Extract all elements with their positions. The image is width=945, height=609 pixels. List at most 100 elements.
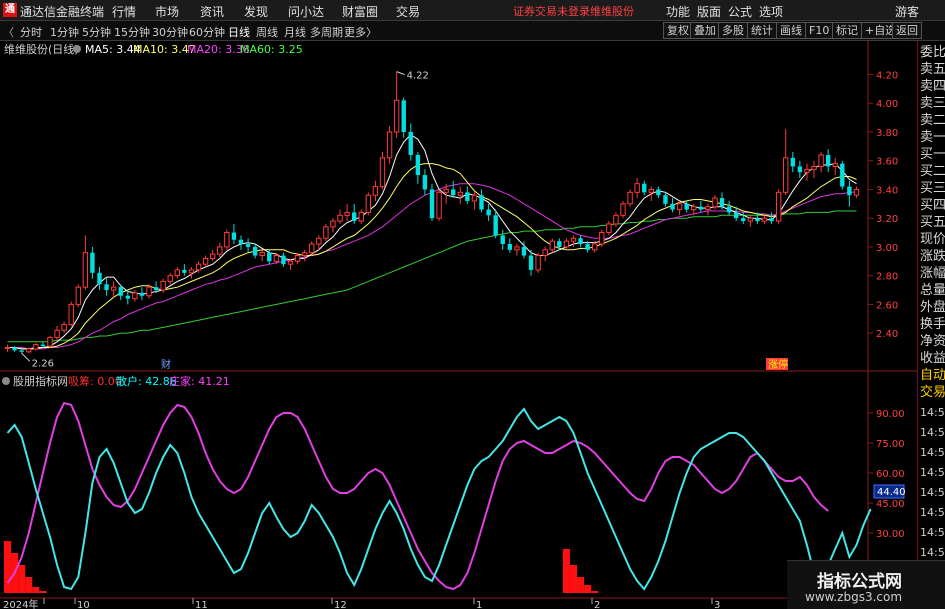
trade-time-2: 14:56 bbox=[920, 426, 945, 439]
watermark: 指标公式网 www.zbgs3.com bbox=[787, 560, 945, 609]
candle-body-down bbox=[252, 246, 258, 256]
candle-body-down bbox=[500, 235, 505, 245]
candle-body-down bbox=[797, 166, 803, 173]
candle-body-down bbox=[408, 131, 413, 155]
candle-body-up bbox=[811, 165, 817, 170]
menu-options[interactable]: 选项 bbox=[759, 3, 783, 20]
retail-line bbox=[6, 407, 872, 591]
back-button[interactable]: 返回 bbox=[892, 22, 922, 39]
period-30min[interactable]: 30分钟 bbox=[152, 24, 188, 40]
candle-body-up bbox=[818, 154, 824, 167]
indicator-tick-label: 60.00 bbox=[876, 469, 905, 480]
period-intraday[interactable]: 分时 bbox=[20, 24, 42, 40]
menu-trade[interactable]: 交易 bbox=[396, 3, 420, 20]
accumulate-bar bbox=[18, 565, 26, 593]
period-15min[interactable]: 15分钟 bbox=[114, 24, 150, 40]
menu-function[interactable]: 功能 bbox=[666, 3, 690, 20]
overlay-button[interactable]: 叠加 bbox=[690, 22, 720, 39]
side-item-4: 卖二 bbox=[920, 113, 945, 128]
candle-body-down bbox=[238, 239, 244, 245]
candle-body-down bbox=[578, 238, 583, 245]
candle-body-up bbox=[457, 191, 463, 196]
period-5min[interactable]: 5分钟 bbox=[82, 24, 111, 40]
menu-news[interactable]: 资讯 bbox=[200, 3, 224, 20]
candle-body-up bbox=[75, 286, 81, 305]
menu-discover[interactable]: 发现 bbox=[244, 3, 268, 20]
side-item-1: 卖五 bbox=[920, 62, 945, 77]
menu-ask[interactable]: 问小达 bbox=[288, 3, 324, 20]
side-item-19[interactable]: 自动 bbox=[920, 367, 945, 384]
trade-time-4: 14:56 bbox=[920, 466, 945, 479]
f10-button[interactable]: F10 bbox=[805, 22, 834, 39]
accumulate-bar bbox=[562, 549, 570, 593]
date-label-feb: 2 bbox=[594, 600, 600, 609]
multi-stock-button[interactable]: 多股 bbox=[718, 22, 748, 39]
candle-body-down bbox=[125, 295, 130, 299]
indicator-lines bbox=[6, 401, 872, 591]
candle-body-up bbox=[393, 99, 400, 133]
mark-button[interactable]: 标记 bbox=[832, 22, 862, 39]
date-label-oct: 10 bbox=[77, 600, 90, 609]
accumulate-label: 吸筹: 0.00 bbox=[68, 374, 122, 388]
period-daily[interactable]: 日线 bbox=[228, 24, 250, 40]
statistics-button[interactable]: 统计 bbox=[747, 22, 777, 39]
quote-side-panel: 委比 卖五 卖四 卖三 卖二 卖一 买一 买二 买三 买四 买五 现价 涨跌 涨幅 总量 外盘 换手 净资 收益 自动… bbox=[917, 41, 945, 609]
candle-body-down bbox=[401, 100, 406, 132]
candle-body-up bbox=[549, 240, 555, 251]
candle-body-up bbox=[358, 211, 364, 222]
menu-layout[interactable]: 版面 bbox=[697, 3, 721, 20]
candle-body-down bbox=[663, 195, 668, 204]
indicator-toggle-icon[interactable] bbox=[2, 377, 10, 385]
login-status[interactable]: 证券交易未登录 bbox=[513, 3, 590, 19]
chart-area[interactable]: 维维股份(日线) MA5: 3.44 MA10: 3.47 MA20: 3.38… bbox=[0, 41, 917, 609]
candle-body-down bbox=[281, 255, 286, 265]
candle-body-down bbox=[840, 163, 845, 187]
date-axis: 2024年 10 11 12 1 2 3 bbox=[3, 598, 720, 609]
candle-body-up bbox=[287, 260, 294, 265]
financial-report-marker[interactable]: 财 bbox=[161, 358, 171, 371]
period-more[interactable]: 更多〉 bbox=[344, 24, 377, 40]
indicator-toggle-icon[interactable] bbox=[73, 45, 81, 53]
candle-body-up bbox=[712, 197, 718, 208]
side-item-6: 买一 bbox=[920, 147, 945, 162]
menu-formula[interactable]: 公式 bbox=[728, 3, 752, 20]
guest-account[interactable]: 游客 bbox=[895, 3, 919, 20]
adjust-button[interactable]: 复权 bbox=[663, 22, 693, 39]
main-chart-title: 维维股份(日线) bbox=[4, 42, 79, 56]
date-label-nov: 11 bbox=[195, 600, 208, 609]
period-monthly[interactable]: 月线 bbox=[284, 24, 306, 40]
candle-body-up bbox=[167, 275, 173, 282]
side-item-18: 收益 bbox=[920, 351, 945, 366]
candle-body-up bbox=[344, 211, 350, 216]
candle-body-up bbox=[195, 263, 202, 271]
menu-quotes[interactable]: 行情 bbox=[112, 3, 136, 20]
side-item-9: 买四 bbox=[920, 198, 945, 213]
menu-market[interactable]: 市场 bbox=[155, 3, 179, 20]
side-item-11: 现价 bbox=[920, 232, 945, 247]
period-60min[interactable]: 60分钟 bbox=[189, 24, 225, 40]
candle-body-up bbox=[68, 303, 74, 326]
side-item-20[interactable]: 交易 bbox=[920, 384, 945, 401]
candle-body-up bbox=[705, 206, 711, 211]
side-item-13: 涨幅 bbox=[920, 266, 945, 281]
candle-body-down bbox=[734, 212, 739, 219]
menu-bar: 通 通达信金融终端 行情 市场 资讯 发现 问小达 财富圈 交易 证券交易未登录… bbox=[0, 0, 945, 21]
candle-body-up bbox=[224, 232, 230, 248]
side-item-2: 卖四 bbox=[920, 79, 945, 94]
candle-body-down bbox=[118, 287, 123, 296]
candle-body-down bbox=[415, 154, 421, 176]
candle-body-down bbox=[351, 212, 357, 222]
menu-wealth-circle[interactable]: 财富圈 bbox=[342, 3, 378, 20]
accumulate-bars bbox=[4, 541, 599, 593]
chevron-left-icon[interactable]: 〈 bbox=[3, 24, 14, 40]
period-1min[interactable]: 1分钟 bbox=[50, 24, 79, 40]
side-item-5: 卖一 bbox=[920, 130, 945, 145]
period-weekly[interactable]: 周线 bbox=[256, 24, 278, 40]
ma5-line bbox=[7, 134, 857, 350]
candle-body-down bbox=[451, 189, 456, 196]
limit-up-marker[interactable]: 涨停 bbox=[768, 358, 788, 371]
period-multi[interactable]: 多周期 bbox=[310, 24, 343, 40]
draw-button[interactable]: 画线 bbox=[776, 22, 806, 39]
date-label-jan: 1 bbox=[476, 600, 482, 609]
trade-time-3: 14:56 bbox=[920, 446, 945, 459]
